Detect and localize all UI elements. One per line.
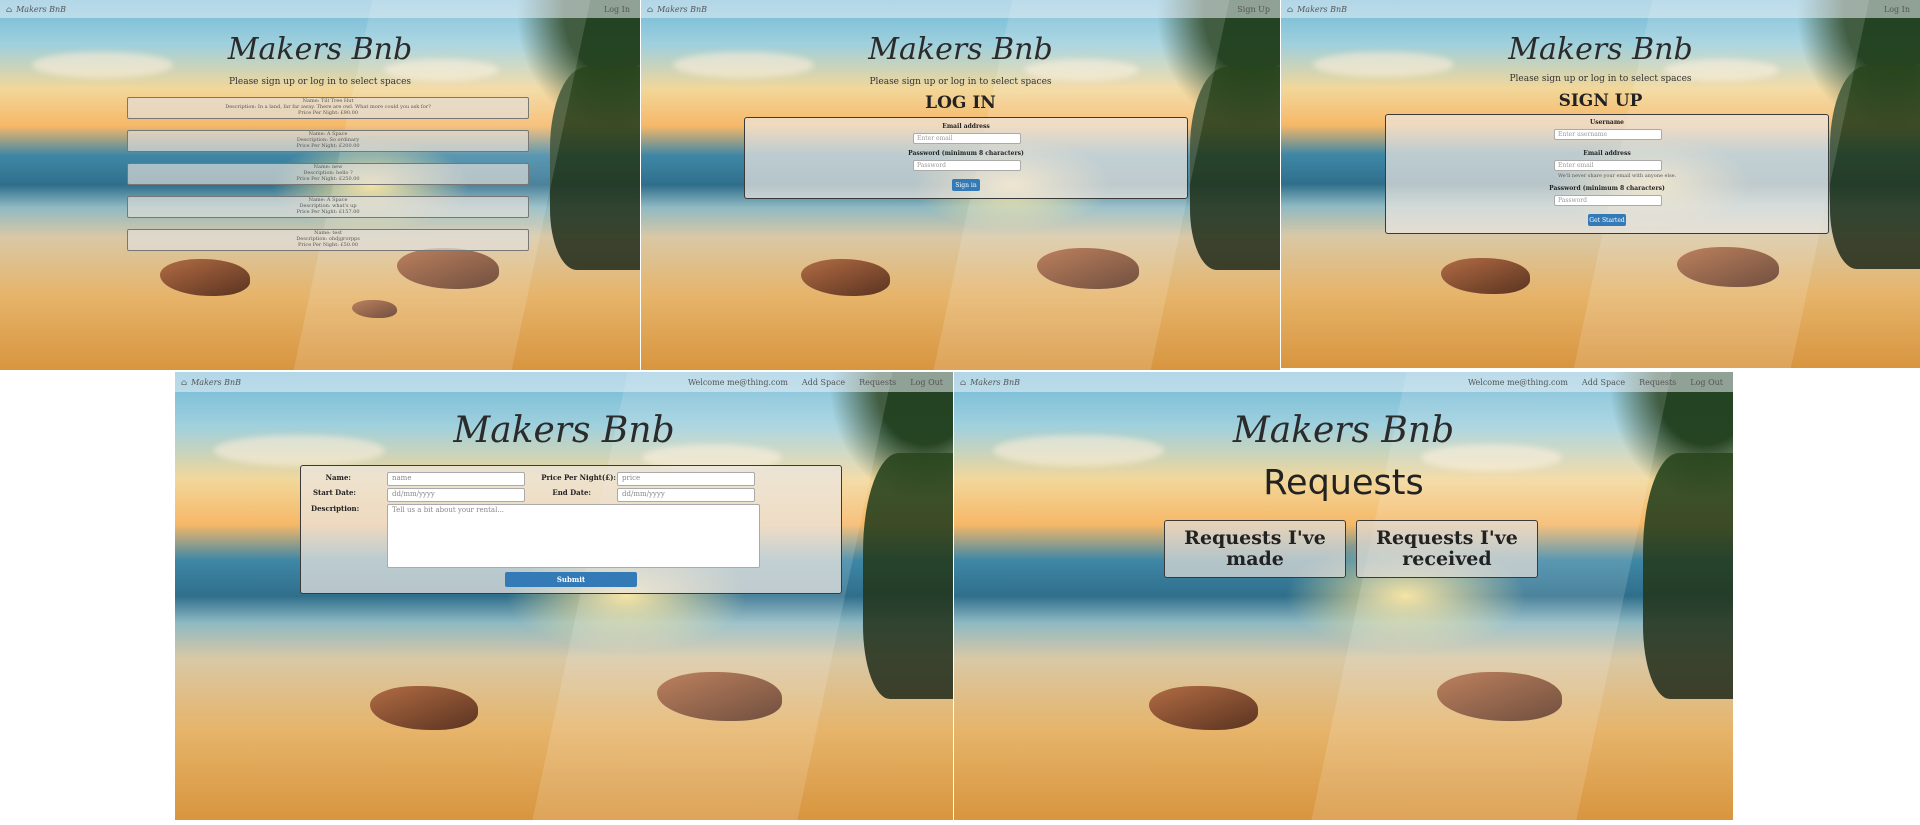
brand-text: Makers BnB (1297, 4, 1348, 14)
end-date-label: End Date: (552, 488, 591, 497)
page-title: Makers Bnb (868, 32, 1053, 67)
panel-login: ⌂ Makers BnB Sign Up Makers Bnb Please si… (641, 0, 1280, 370)
page-title: Makers Bnb (1232, 410, 1455, 451)
home-icon: ⌂ (647, 4, 654, 14)
username-field[interactable]: Enter username (1554, 129, 1662, 140)
panel-listings: ⌂ Makers BnB Log In Makers Bnb Please sig… (0, 0, 640, 370)
listing-price: Price Per Night: £200.00 (296, 143, 360, 149)
email-label: Email address (942, 123, 990, 130)
add-space-form: Name: name Price Per Night(£): price Sta… (300, 465, 842, 594)
end-date-field[interactable]: dd/mm/yyyy (617, 488, 755, 502)
page-title: Makers Bnb (227, 32, 413, 67)
list-item[interactable]: Name: new Description: hello ? Price Per… (126, 163, 530, 185)
page-title: Makers Bnb (453, 410, 675, 451)
page-subtitle: Please sign up or log in to select space… (1509, 74, 1692, 84)
name-field[interactable]: name (387, 472, 525, 486)
panel-add-space: ⌂ Makers BnB Welcome me@thing.com Add Spa… (175, 372, 953, 820)
email-hint: We'll never share your email with anyone… (1558, 173, 1677, 179)
email-field[interactable]: Enter email (1554, 160, 1662, 171)
description-label: Description: (311, 504, 360, 513)
navbar: ⌂ Makers BnB Welcome me@thing.com Add Spa… (954, 372, 1733, 392)
start-date-field[interactable]: dd/mm/yyyy (387, 488, 525, 502)
nav-requests[interactable]: Requests (859, 378, 896, 387)
page-title: Makers Bnb (1508, 32, 1693, 67)
submit-button[interactable]: Submit (505, 572, 637, 587)
brand-text: Makers BnB (191, 377, 242, 387)
requests-made-button[interactable]: Requests I've made (1164, 520, 1346, 578)
home-icon: ⌂ (1287, 4, 1294, 14)
list-item[interactable]: Name: A Space Description: So ordinary P… (126, 130, 530, 152)
panel-requests: ⌂ Makers BnB Welcome me@thing.com Add Spa… (954, 372, 1733, 820)
brand-text: Makers BnB (970, 377, 1021, 387)
listing-price: Price Per Night: £250.00 (296, 176, 360, 182)
panel-signup: ⌂ Makers BnB Log In Makers Bnb Please sig… (1281, 0, 1920, 368)
nav-link-login[interactable]: Log In (1884, 5, 1910, 14)
navbar: ⌂ Makers BnB Welcome me@thing.com Add Spa… (175, 372, 953, 392)
page-subtitle: Please sign up or log in to select space… (228, 77, 412, 87)
password-field[interactable]: Password (913, 160, 1021, 171)
brand-link[interactable]: ⌂ Makers BnB (641, 5, 707, 14)
nav-link-right[interactable]: Log In (604, 5, 630, 14)
email-label: Email address (1583, 150, 1631, 157)
nav-requests[interactable]: Requests (1639, 378, 1676, 387)
brand-link[interactable]: ⌂ Makers BnB (1281, 5, 1347, 14)
nav-add-space[interactable]: Add Space (802, 378, 845, 387)
listing-price: Price Per Night: £50.00 (298, 242, 359, 248)
nav-logout[interactable]: Log Out (910, 378, 943, 387)
navbar: ⌂ Makers BnB Log In (1281, 0, 1920, 18)
brand-link[interactable]: ⌂ Makers BnB (0, 5, 66, 14)
navbar: ⌂ Makers BnB Sign Up (641, 0, 1280, 18)
login-card: Email address Enter email Password (mini… (744, 117, 1188, 199)
list-item[interactable]: Name: A Space Description: what's up Pri… (126, 196, 530, 218)
price-label: Price Per Night(£): (541, 473, 616, 482)
home-icon: ⌂ (181, 377, 188, 387)
brand-link[interactable]: ⌂ Makers BnB (954, 378, 1020, 387)
nav-welcome: Welcome me@thing.com (687, 377, 788, 387)
brand-link[interactable]: ⌂ Makers BnB (175, 378, 241, 387)
signup-card: Username Enter username Email address En… (1385, 114, 1829, 234)
login-heading: LOG IN (925, 93, 996, 113)
password-label: Password (minimum 8 characters) (908, 150, 1024, 157)
signup-heading: SIGN UP (1558, 91, 1643, 111)
nav-link-signup[interactable]: Sign Up (1237, 5, 1270, 14)
brand-text: Makers BnB (657, 4, 708, 14)
description-field[interactable]: Tell us a bit about your rental... (387, 504, 760, 568)
brand-text: Makers BnB (16, 4, 67, 14)
sign-in-button[interactable]: Sign in (952, 179, 980, 191)
page-subtitle: Please sign up or log in to select space… (869, 77, 1052, 87)
username-label: Username (1589, 119, 1624, 126)
email-field[interactable]: Enter email (913, 133, 1021, 144)
navbar: ⌂ Makers BnB Log In (0, 0, 640, 18)
requests-heading: Requests (1263, 463, 1424, 503)
list-item[interactable]: Name: Till Tree Hut Description: In a la… (126, 97, 530, 119)
listing-price: Price Per Night: £157.00 (296, 209, 360, 215)
name-label: Name: (325, 473, 351, 482)
home-icon: ⌂ (6, 4, 13, 14)
requests-received-button[interactable]: Requests I've received (1356, 520, 1538, 578)
password-field[interactable]: Password (1554, 195, 1662, 206)
start-date-label: Start Date: (312, 488, 356, 497)
listing-price: Price Per Night: £90.00 (298, 110, 359, 116)
get-started-button[interactable]: Get Started (1588, 214, 1626, 226)
home-icon: ⌂ (960, 377, 967, 387)
price-field[interactable]: price (617, 472, 755, 486)
password-label: Password (minimum 8 characters) (1549, 185, 1665, 192)
nav-welcome: Welcome me@thing.com (1467, 377, 1568, 387)
nav-add-space[interactable]: Add Space (1582, 378, 1625, 387)
nav-logout[interactable]: Log Out (1690, 378, 1723, 387)
list-item[interactable]: Name: test Description: ohdjgrorpps Pric… (126, 229, 530, 251)
